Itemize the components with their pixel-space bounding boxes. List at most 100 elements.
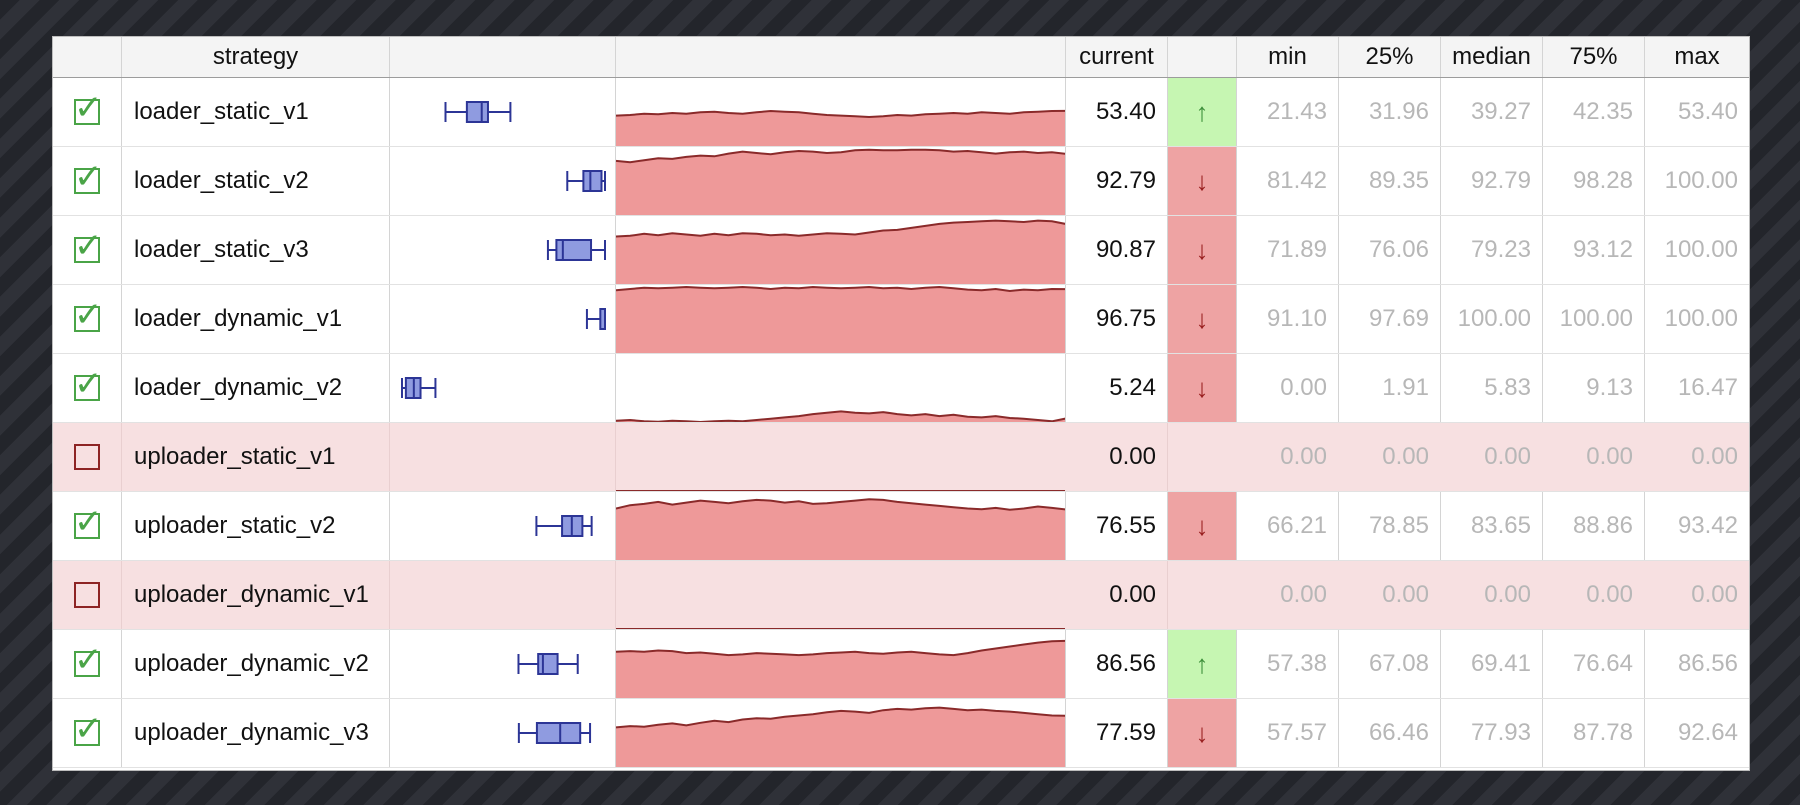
iqr-box xyxy=(555,239,593,261)
checkbox-checked[interactable]: ✓ xyxy=(74,229,103,263)
header-q75[interactable]: 75% xyxy=(1543,37,1645,77)
stat-q75: 76.64 xyxy=(1543,630,1645,698)
current-value: 92.79 xyxy=(1066,147,1168,215)
checkbox-checked[interactable]: ✓ xyxy=(74,712,103,746)
sparkline xyxy=(616,216,1066,284)
checkbox-checked[interactable]: ✓ xyxy=(74,367,103,401)
current-value: 86.56 xyxy=(1066,630,1168,698)
checkbox-checked[interactable]: ✓ xyxy=(74,643,103,677)
sparkline xyxy=(616,699,1066,767)
row-checkbox-cell[interactable]: ✓ xyxy=(53,630,122,698)
trend-down-icon: ↓ xyxy=(1168,699,1237,767)
stat-max: 100.00 xyxy=(1664,236,1738,263)
table-row[interactable]: uploader_dynamic_v1 0.00 0.00 0.00 0.00 0.00 0… xyxy=(53,561,1749,630)
header-min[interactable]: min xyxy=(1237,37,1339,77)
strategy-table: strategy current min 25% median 75% max … xyxy=(52,36,1750,771)
sparkline-area xyxy=(616,707,1065,767)
checkmark-icon: ✓ xyxy=(74,365,103,403)
sparkline xyxy=(616,630,1066,698)
sparkline xyxy=(616,423,1066,491)
stat-median: 39.27 xyxy=(1441,78,1543,146)
stat-min: 71.89 xyxy=(1237,216,1339,284)
stat-min: 66.21 xyxy=(1237,492,1339,560)
header-median[interactable]: median xyxy=(1441,37,1543,77)
table-row[interactable]: uploader_static_v1 0.00 0.00 0.00 0.00 0.00 0.… xyxy=(53,423,1749,492)
table-row[interactable]: ✓ uploader_dynamic_v2 86.56 ↑ 57.38 67.08 69.4… xyxy=(53,630,1749,699)
current-value: 0.00 xyxy=(1066,561,1168,629)
checkbox-checked[interactable]: ✓ xyxy=(74,91,103,125)
stat-median: 92.79 xyxy=(1441,147,1543,215)
trend-up-icon: ↑ xyxy=(1168,78,1237,146)
header-distribution[interactable] xyxy=(390,37,616,77)
header-q25[interactable]: 25% xyxy=(1339,37,1441,77)
table-row[interactable]: ✓ loader_dynamic_v2 5.24 ↓ 0.00 1.91 5.83 9.13 1… xyxy=(53,354,1749,423)
boxplot xyxy=(390,354,616,422)
row-checkbox-cell[interactable]: ✓ xyxy=(53,147,122,215)
checkbox-checked[interactable]: ✓ xyxy=(74,160,103,194)
stat-q75: 93.12 xyxy=(1543,216,1645,284)
sparkline xyxy=(616,147,1066,215)
table-row[interactable]: ✓ loader_static_v2 92.79 ↓ 81.42 89.35 92.79 98… xyxy=(53,147,1749,216)
row-checkbox-cell[interactable] xyxy=(53,423,122,491)
table-row[interactable]: ✓ loader_static_v3 90.87 ↓ 71.89 76.06 79.23 93… xyxy=(53,216,1749,285)
stat-min: 91.10 xyxy=(1237,285,1339,353)
header-check[interactable] xyxy=(53,37,122,77)
checkbox-unchecked[interactable] xyxy=(74,582,100,608)
iqr-box xyxy=(582,170,603,192)
stat-min: 0.00 xyxy=(1237,354,1339,422)
checkbox-checked[interactable]: ✓ xyxy=(74,505,103,539)
boxplot xyxy=(390,492,616,560)
header-max[interactable]: max xyxy=(1645,37,1749,77)
header-strategy[interactable]: strategy xyxy=(122,37,390,77)
stat-q75: 88.86 xyxy=(1543,492,1645,560)
row-checkbox-cell[interactable]: ✓ xyxy=(53,699,122,767)
table-row[interactable]: ✓ loader_dynamic_v1 96.75 ↓ 91.10 97.69 100.00… xyxy=(53,285,1749,354)
iqr-box xyxy=(537,653,559,675)
boxplot xyxy=(390,147,616,215)
boxplot xyxy=(390,630,616,698)
strategy-name: loader_dynamic_v2 xyxy=(122,354,390,422)
stat-q75: 0.00 xyxy=(1543,561,1645,629)
stat-q25: 0.00 xyxy=(1339,423,1441,491)
stat-q25: 0.00 xyxy=(1339,561,1441,629)
stat-median: 0.00 xyxy=(1441,561,1543,629)
strategy-name: loader_static_v3 xyxy=(122,216,390,284)
row-checkbox-cell[interactable]: ✓ xyxy=(53,285,122,353)
strategy-name: uploader_static_v2 xyxy=(122,492,390,560)
strategy-name: uploader_dynamic_v2 xyxy=(122,630,390,698)
row-checkbox-cell[interactable]: ✓ xyxy=(53,78,122,146)
strategy-name: loader_static_v2 xyxy=(122,147,390,215)
boxplot xyxy=(390,561,616,629)
stat-max: 100.00 xyxy=(1664,305,1738,332)
stat-q25: 89.35 xyxy=(1339,147,1441,215)
trend-down-icon: ↓ xyxy=(1168,354,1237,422)
stat-median: 5.83 xyxy=(1441,354,1543,422)
table-row[interactable]: ✓ loader_static_v1 53.40 ↑ 21.43 31.96 39.27 42… xyxy=(53,78,1749,147)
strategy-name: uploader_dynamic_v1 xyxy=(122,561,390,629)
sparkline-area xyxy=(616,220,1065,284)
stat-max: 53.40 xyxy=(1677,98,1738,125)
table-row[interactable]: ✓ uploader_static_v2 76.55 ↓ 66.21 78.85 83.65… xyxy=(53,492,1749,561)
sparkline xyxy=(616,492,1066,560)
sparkline xyxy=(616,354,1066,422)
stat-median: 100.00 xyxy=(1441,285,1543,353)
row-checkbox-cell[interactable]: ✓ xyxy=(53,216,122,284)
stat-q75: 42.35 xyxy=(1543,78,1645,146)
row-checkbox-cell[interactable]: ✓ xyxy=(53,492,122,560)
checkbox-unchecked[interactable] xyxy=(74,444,100,470)
checkbox-checked[interactable]: ✓ xyxy=(74,298,103,332)
header-trend[interactable] xyxy=(1168,37,1237,77)
stat-min: 0.00 xyxy=(1237,423,1339,491)
sparkline xyxy=(616,78,1066,146)
header-history[interactable] xyxy=(616,37,1066,77)
checkmark-icon: ✓ xyxy=(74,503,103,541)
strategy-name: uploader_dynamic_v3 xyxy=(122,699,390,767)
stat-median: 69.41 xyxy=(1441,630,1543,698)
current-value: 77.59 xyxy=(1066,699,1168,767)
header-current[interactable]: current xyxy=(1066,37,1168,77)
stat-median: 79.23 xyxy=(1441,216,1543,284)
current-value: 5.24 xyxy=(1066,354,1168,422)
row-checkbox-cell[interactable]: ✓ xyxy=(53,354,122,422)
table-row[interactable]: ✓ uploader_dynamic_v3 77.59 ↓ 57.57 66.46 77.9… xyxy=(53,699,1749,768)
row-checkbox-cell[interactable] xyxy=(53,561,122,629)
